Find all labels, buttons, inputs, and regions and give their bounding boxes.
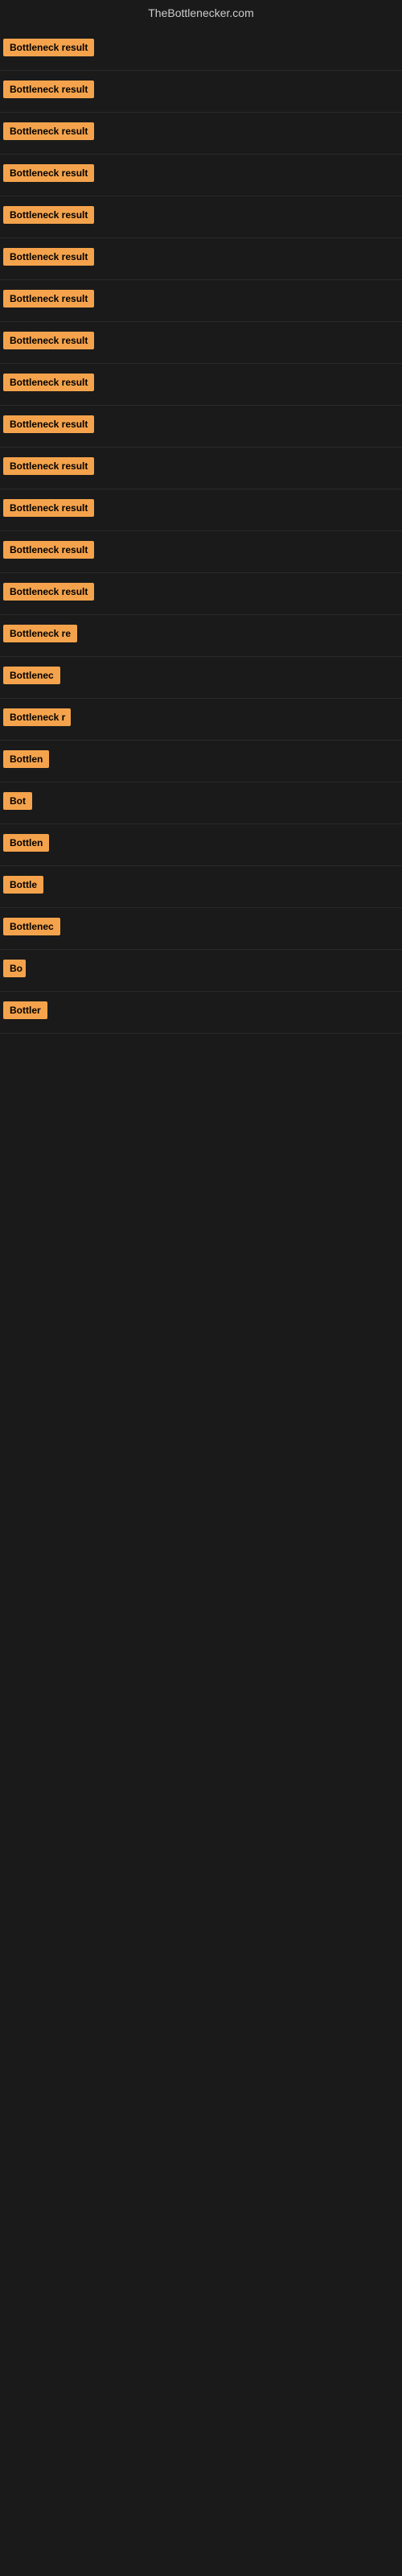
bottleneck-result-badge[interactable]: Bottleneck result <box>3 39 94 56</box>
list-item: Bottleneck result <box>0 155 402 196</box>
list-item: Bottleneck result <box>0 238 402 280</box>
site-header: TheBottlenecker.com <box>0 0 402 29</box>
bottleneck-result-badge[interactable]: Bot <box>3 792 32 810</box>
bottleneck-result-badge[interactable]: Bottleneck result <box>3 206 94 224</box>
list-item: Bottleneck result <box>0 489 402 531</box>
bottleneck-result-badge[interactable]: Bottleneck result <box>3 499 94 517</box>
bottleneck-result-badge[interactable]: Bottleneck result <box>3 290 94 308</box>
list-item: Bottleneck result <box>0 531 402 573</box>
bottleneck-result-badge[interactable]: Bottleneck result <box>3 164 94 182</box>
rows-container: Bottleneck result Bottleneck result Bottle… <box>0 29 402 1034</box>
list-item: Bottleneck result <box>0 448 402 489</box>
bottleneck-result-badge[interactable]: Bottleneck result <box>3 415 94 433</box>
list-item: Bottlen <box>0 824 402 866</box>
list-item: Bottleneck result <box>0 280 402 322</box>
list-item: Bottleneck result <box>0 406 402 448</box>
list-item: Bottleneck result <box>0 29 402 71</box>
bottleneck-result-badge[interactable]: Bottlen <box>3 750 49 768</box>
bottleneck-result-badge[interactable]: Bottlenec <box>3 667 60 684</box>
bottleneck-result-badge[interactable]: Bottleneck result <box>3 332 94 349</box>
bottleneck-result-badge[interactable]: Bo <box>3 960 26 977</box>
bottleneck-result-badge[interactable]: Bottlenec <box>3 918 60 935</box>
bottleneck-result-badge[interactable]: Bottleneck re <box>3 625 77 642</box>
list-item: Bottleneck result <box>0 573 402 615</box>
bottleneck-result-badge[interactable]: Bottleneck result <box>3 122 94 140</box>
bottleneck-result-badge[interactable]: Bottleneck result <box>3 248 94 266</box>
list-item: Bot <box>0 782 402 824</box>
list-item: Bo <box>0 950 402 992</box>
bottleneck-result-badge[interactable]: Bottleneck result <box>3 583 94 601</box>
list-item: Bottleneck r <box>0 699 402 741</box>
bottleneck-result-badge[interactable]: Bottleneck result <box>3 80 94 98</box>
list-item: Bottlenec <box>0 908 402 950</box>
bottleneck-result-badge[interactable]: Bottleneck r <box>3 708 71 726</box>
list-item: Bottleneck result <box>0 113 402 155</box>
list-item: Bottleneck result <box>0 364 402 406</box>
list-item: Bottleneck result <box>0 196 402 238</box>
bottleneck-result-badge[interactable]: Bottleneck result <box>3 541 94 559</box>
bottleneck-result-badge[interactable]: Bottler <box>3 1001 47 1019</box>
list-item: Bottlenec <box>0 657 402 699</box>
list-item: Bottler <box>0 992 402 1034</box>
list-item: Bottleneck result <box>0 322 402 364</box>
list-item: Bottle <box>0 866 402 908</box>
list-item: Bottlen <box>0 741 402 782</box>
bottleneck-result-badge[interactable]: Bottleneck result <box>3 457 94 475</box>
bottleneck-result-badge[interactable]: Bottle <box>3 876 43 894</box>
bottleneck-result-badge[interactable]: Bottleneck result <box>3 374 94 391</box>
bottleneck-result-badge[interactable]: Bottlen <box>3 834 49 852</box>
list-item: Bottleneck re <box>0 615 402 657</box>
list-item: Bottleneck result <box>0 71 402 113</box>
site-title: TheBottlenecker.com <box>148 6 254 19</box>
